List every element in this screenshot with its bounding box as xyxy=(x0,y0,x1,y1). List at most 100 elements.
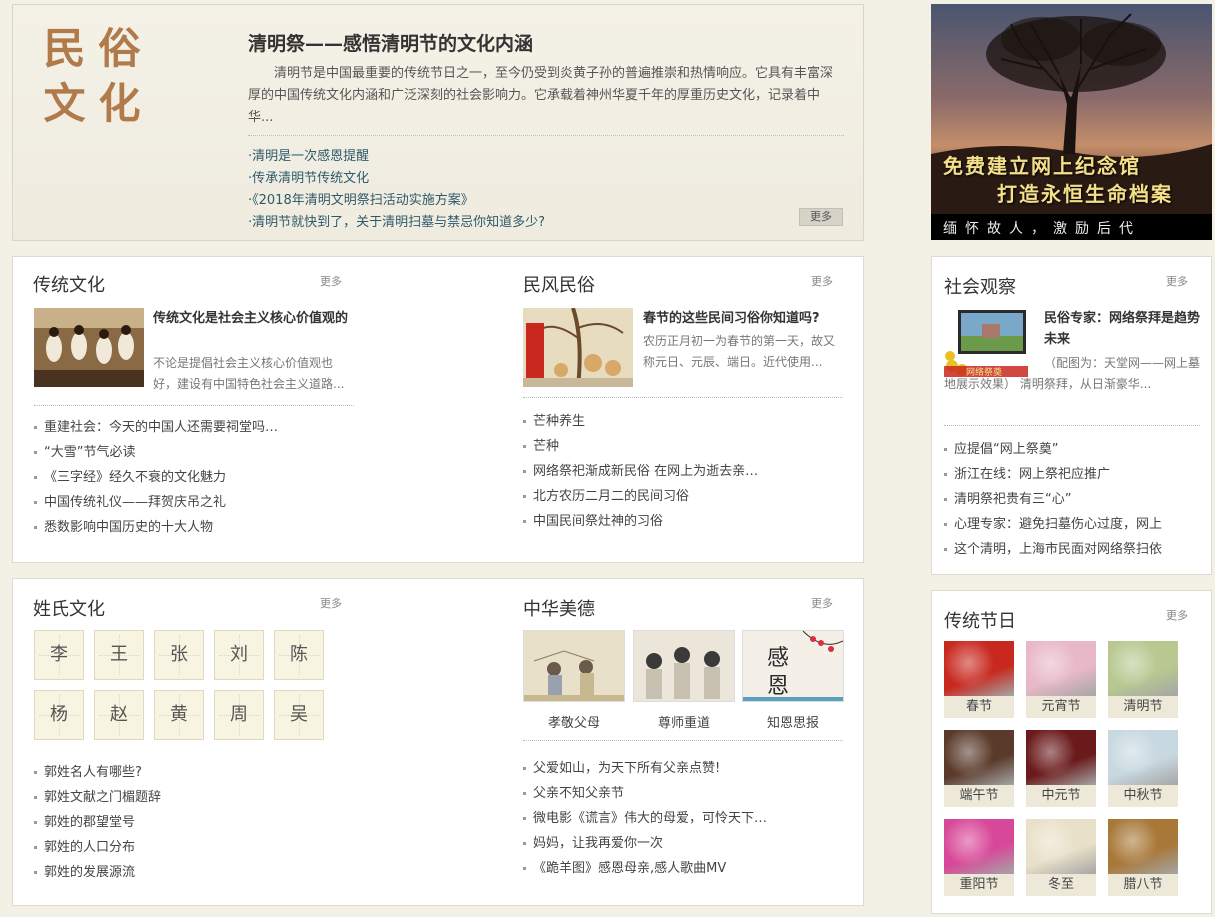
list-item[interactable]: 重建社会：今天的中国人还需要祠堂吗… xyxy=(34,415,278,440)
festival-card[interactable]: 中秋节 xyxy=(1108,730,1178,808)
list-item[interactable]: 微电影《谎言》伟大的母爱，可怜天下… xyxy=(523,806,767,831)
social-observation-panel: 社会观察 更多 网络祭奠 民俗专家：网络祭拜是趋势 未来 （配图为：天堂网——网… xyxy=(931,256,1212,575)
section-title: 社会观察 xyxy=(944,277,1016,298)
memorial-banner[interactable]: 免费建立网上纪念馆 打造永恒生命档案 缅怀故人，激励后代 xyxy=(931,4,1212,240)
divider xyxy=(248,135,844,136)
list-item[interactable]: 芒种 xyxy=(523,434,758,459)
divider xyxy=(523,740,843,741)
list-item[interactable]: 悉数影响中国历史的十大人物 xyxy=(34,515,278,540)
festival-image xyxy=(944,819,1014,874)
list-item[interactable]: “大雪”节气必读 xyxy=(34,440,278,465)
ritual-scene-image xyxy=(34,308,144,387)
article-description: 农历正月初一为春节的第一天，故又称元日、元辰、端日。近代使用... xyxy=(643,334,836,369)
festival-card[interactable]: 重阳节 xyxy=(944,819,1014,897)
section-more-link[interactable]: 更多 xyxy=(320,273,342,289)
list-item[interactable]: 郭姓的发展源流 xyxy=(34,860,161,885)
section-more-link[interactable]: 更多 xyxy=(1166,273,1188,289)
surname-tile[interactable]: 张 xyxy=(154,630,204,680)
teacher-respect-image xyxy=(633,630,735,702)
virtue-card[interactable]: 感恩 知恩思报 xyxy=(742,630,844,731)
article-thumbnail[interactable] xyxy=(523,308,633,387)
festival-card[interactable]: 春节 xyxy=(944,641,1014,719)
article-title-link[interactable]: 春节的这些民间习俗你知道吗? xyxy=(643,308,843,329)
festival-label: 冬至 xyxy=(1026,874,1096,896)
list-item[interactable]: 中国民间祭灶神的习俗 xyxy=(523,509,758,534)
festival-image xyxy=(1026,819,1096,874)
list-item[interactable]: 郭姓的人口分布 xyxy=(34,835,161,860)
festival-label: 元宵节 xyxy=(1026,696,1096,718)
section-title: 中华美德 xyxy=(523,599,595,620)
surname-tile[interactable]: 杨 xyxy=(34,690,84,740)
festival-card[interactable]: 冬至 xyxy=(1026,819,1096,897)
article-list: 应提倡“网上祭奠” 浙江在线：网上祭祀应推广 清明祭祀贵有三“心” 心理专家：避… xyxy=(944,437,1162,562)
surname-tile[interactable]: 李 xyxy=(34,630,84,680)
list-item[interactable]: 《三字经》经久不衰的文化魅力 xyxy=(34,465,278,490)
article-list: 父爱如山，为天下所有父亲点赞! 父亲不知父亲节 微电影《谎言》伟大的母爱，可怜天… xyxy=(523,756,767,881)
list-item[interactable]: 浙江在线：网上祭祀应推广 xyxy=(944,462,1162,487)
festival-card[interactable]: 元宵节 xyxy=(1026,641,1096,719)
article-title-link[interactable]: 传统文化是社会主义核心价值观的 xyxy=(153,308,353,329)
feature-more-button[interactable]: 更多 xyxy=(799,208,843,226)
section-more-link[interactable]: 更多 xyxy=(811,595,833,611)
list-item[interactable]: 父亲不知父亲节 xyxy=(523,781,767,806)
feature-link[interactable]: ·《2018年清明文明祭扫活动实施方案》 xyxy=(248,190,545,212)
festival-label: 端午节 xyxy=(944,785,1014,807)
banner-subheadline: 打造永恒生命档案 xyxy=(997,182,1173,206)
list-item[interactable]: 妈妈，让我再爱你一次 xyxy=(523,831,767,856)
spring-festival-image xyxy=(523,308,633,387)
list-item[interactable]: 父爱如山，为天下所有父亲点赞! xyxy=(523,756,767,781)
article-thumbnail[interactable] xyxy=(34,308,144,387)
surname-virtue-panel: 姓氏文化 更多 李 王 张 刘 陈 杨 赵 黄 周 吴 郭姓名人有哪些? 郭姓文… xyxy=(12,578,864,906)
list-item[interactable]: 北方农历二月二的民间习俗 xyxy=(523,484,758,509)
list-item[interactable]: 这个清明，上海市民面对网络祭扫依 xyxy=(944,537,1162,562)
surname-tile[interactable]: 刘 xyxy=(214,630,264,680)
folk-culture-logo: 民 俗 文 化 xyxy=(37,23,147,133)
surname-tile[interactable]: 王 xyxy=(94,630,144,680)
list-item[interactable]: 郭姓文献之门楣题辞 xyxy=(34,785,161,810)
article-title-link[interactable]: 民俗专家：网络祭拜是趋势 未来 xyxy=(1044,308,1204,350)
surname-tile[interactable]: 吴 xyxy=(274,690,324,740)
feature-link[interactable]: ·清明节就快到了，关于清明扫墓与禁忌你知道多少? xyxy=(248,212,545,234)
virtue-label: 孝敬父母 xyxy=(547,716,600,731)
surname-tile[interactable]: 周 xyxy=(214,690,264,740)
festival-image xyxy=(1108,730,1178,785)
list-item[interactable]: 应提倡“网上祭奠” xyxy=(944,437,1162,462)
virtue-card[interactable]: 孝敬父母 xyxy=(523,630,625,731)
section-more-link[interactable]: 更多 xyxy=(1166,607,1188,623)
divider xyxy=(944,425,1200,426)
section-more-link[interactable]: 更多 xyxy=(320,595,342,611)
divider xyxy=(523,397,843,398)
festival-card[interactable]: 腊八节 xyxy=(1108,819,1178,897)
logo-char: 化 xyxy=(98,79,141,128)
feature-link[interactable]: ·清明是一次感恩提醒 xyxy=(248,146,545,168)
list-item[interactable]: 《跪羊图》感恩母亲,感人歌曲MV xyxy=(523,856,767,881)
feature-title-link[interactable]: 清明祭——感悟清明节的文化内涵 xyxy=(248,29,533,56)
feature-link[interactable]: ·传承清明节传统文化 xyxy=(248,168,545,190)
list-item[interactable]: 心理专家：避免扫墓伤心过度，网上 xyxy=(944,512,1162,537)
list-item[interactable]: 郭姓的郡望堂号 xyxy=(34,810,161,835)
section-title: 民风民俗 xyxy=(523,275,595,296)
surname-tile[interactable]: 黄 xyxy=(154,690,204,740)
logo-char: 文 xyxy=(43,79,86,128)
festival-image xyxy=(1026,641,1096,696)
list-item[interactable]: 芒种养生 xyxy=(523,409,758,434)
filial-piety-image xyxy=(523,630,625,702)
list-item[interactable]: 郭姓名人有哪些? xyxy=(34,760,161,785)
festivals-panel: 传统节日 更多 春节 元宵节 清明节 端午节 中元节 中秋节 重阳节 冬至 腊八… xyxy=(931,590,1212,914)
surname-tile[interactable]: 陈 xyxy=(274,630,324,680)
virtue-card[interactable]: 尊师重道 xyxy=(633,630,735,731)
gratitude-image: 感恩 xyxy=(742,630,844,702)
festival-label: 中元节 xyxy=(1026,785,1096,807)
festival-card[interactable]: 端午节 xyxy=(944,730,1014,808)
list-item[interactable]: 清明祭祀贵有三“心” xyxy=(944,487,1162,512)
surname-tile[interactable]: 赵 xyxy=(94,690,144,740)
article-list: 郭姓名人有哪些? 郭姓文献之门楣题辞 郭姓的郡望堂号 郭姓的人口分布 郭姓的发展… xyxy=(34,760,161,885)
list-item[interactable]: 中国传统礼仪——拜贺庆吊之礼 xyxy=(34,490,278,515)
festival-card[interactable]: 清明节 xyxy=(1108,641,1178,719)
list-item[interactable]: 网络祭祀渐成新民俗 在网上为逝去亲… xyxy=(523,459,758,484)
virtue-label: 尊师重道 xyxy=(657,716,710,731)
festival-card[interactable]: 中元节 xyxy=(1026,730,1096,808)
section-more-link[interactable]: 更多 xyxy=(811,273,833,289)
culture-customs-panel: 传统文化 更多 传统文化是社会主义核心价值观的 不论是提倡社会主义核心价值观也好… xyxy=(12,256,864,563)
festival-label: 中秋节 xyxy=(1108,785,1178,807)
